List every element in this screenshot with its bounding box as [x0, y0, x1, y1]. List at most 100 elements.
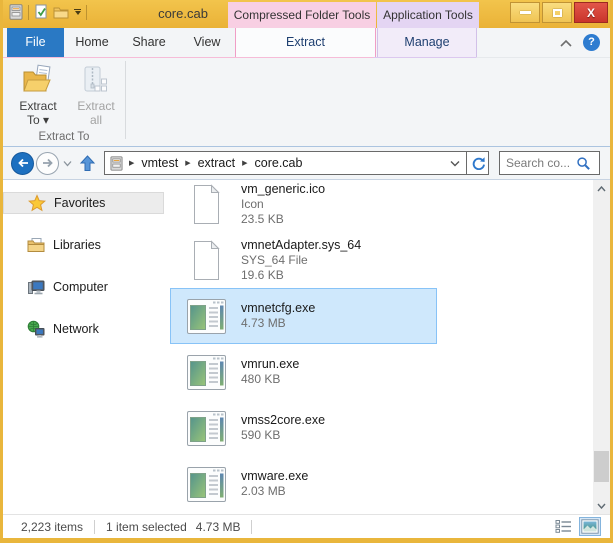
refresh-button[interactable] [466, 152, 488, 174]
file-tile-vmware-exe[interactable]: vmware.exe 2.03 MB [170, 456, 437, 512]
breadcrumb-separator-icon: ▶ [185, 159, 190, 167]
selection-count: 1 item selected [106, 520, 187, 534]
ribbon-tab-row: File Home Share View Extract Manage ? [3, 28, 610, 57]
sidebar-item-label: Network [53, 322, 99, 336]
status-bar: 2,223 items 1 item selected 4.73 MB [3, 514, 610, 538]
document-icon [184, 238, 229, 283]
extract-all-label-line1: Extract [77, 99, 114, 113]
thumbnail-view-icon [581, 519, 599, 534]
application-icon [184, 350, 229, 395]
maximize-icon [553, 9, 562, 17]
sidebar-item-network[interactable]: Network [3, 318, 164, 340]
extract-to-label-line1: Extract [19, 99, 56, 113]
file-size: 2.03 MB [241, 484, 308, 499]
minimize-button[interactable] [510, 2, 540, 23]
file-name: vmware.exe [241, 469, 308, 484]
file-size: 590 KB [241, 428, 325, 443]
recent-locations-icon[interactable] [63, 160, 72, 167]
tab-extract[interactable]: Extract [235, 28, 376, 57]
cab-file-icon[interactable] [9, 4, 23, 20]
file-name: vm_generic.ico [241, 182, 325, 197]
search-box [499, 151, 600, 175]
up-icon [78, 154, 97, 173]
tab-file[interactable]: File [7, 28, 64, 57]
contextual-group-compressed-folder-tools: Compressed Folder Tools [228, 2, 376, 28]
refresh-icon [471, 156, 485, 170]
file-name: vmnetAdapter.sys_64 [241, 238, 361, 253]
close-button[interactable]: X [574, 2, 608, 23]
maximize-button[interactable] [542, 2, 572, 23]
tab-view[interactable]: View [178, 28, 236, 57]
large-icons-view-button[interactable] [579, 517, 601, 536]
sidebar-item-label: Libraries [53, 238, 101, 252]
file-list: vm_generic.ico Icon 23.5 KB vmnetAdapter… [170, 180, 593, 514]
sidebar-item-label: Favorites [54, 196, 105, 210]
scrollbar-up-icon[interactable] [593, 180, 610, 197]
explorer-window: core.cab Compressed Folder Tools Applica… [0, 0, 613, 543]
file-size: 23.5 KB [241, 212, 325, 227]
sidebar-item-libraries[interactable]: Libraries [3, 234, 164, 256]
breadcrumb-separator-icon: ▶ [242, 159, 247, 167]
title-bar: core.cab Compressed Folder Tools Applica… [3, 0, 610, 28]
address-bar-row: ▶ vmtest ▶ extract ▶ core.cab [3, 147, 610, 180]
selection-size: 4.73 MB [196, 520, 241, 534]
details-view-button[interactable] [552, 517, 574, 536]
file-name: vmrun.exe [241, 357, 299, 372]
new-folder-icon[interactable] [53, 5, 69, 19]
navigation-pane: Favorites Libraries [3, 180, 170, 514]
qat-separator [86, 5, 87, 20]
ribbon-group-label: Extract To [3, 131, 125, 143]
address-dropdown-icon[interactable] [444, 152, 466, 174]
tab-share[interactable]: Share [120, 28, 178, 57]
file-tile-vmnetcfg-exe-selected[interactable]: vmnetcfg.exe 4.73 MB [170, 288, 437, 344]
extract-all-icon [81, 61, 111, 99]
file-type: SYS_64 File [241, 253, 361, 268]
details-view-icon [555, 519, 572, 534]
qat-dropdown-icon[interactable] [74, 9, 81, 15]
help-icon[interactable]: ? [583, 34, 600, 51]
scrollbar-down-icon[interactable] [593, 497, 610, 514]
sidebar-item-computer[interactable]: Computer [3, 276, 164, 298]
breadcrumb-vmtest[interactable]: vmtest [141, 156, 178, 170]
breadcrumb-core-cab[interactable]: core.cab [255, 156, 303, 170]
forward-button[interactable] [36, 152, 59, 175]
breadcrumb-separator-icon: ▶ [129, 159, 134, 167]
file-type: Icon [241, 197, 325, 212]
tab-home[interactable]: Home [64, 28, 120, 57]
ribbon-collapse-icon[interactable] [559, 38, 573, 48]
file-tile-vmnetadapter-sys64[interactable]: vmnetAdapter.sys_64 SYS_64 File 19.6 KB [170, 232, 437, 288]
status-separator [94, 520, 95, 534]
file-tile-vmss2core-exe[interactable]: vmss2core.exe 590 KB [170, 400, 437, 456]
dropdown-arrow-icon: ▾ [43, 113, 49, 127]
scrollbar-thumb[interactable] [594, 451, 609, 482]
file-tile-vmrun-exe[interactable]: vmrun.exe 480 KB [170, 344, 437, 400]
file-size: 480 KB [241, 372, 299, 387]
back-button[interactable] [11, 152, 34, 175]
back-icon [15, 155, 31, 171]
application-icon [184, 406, 229, 451]
address-field[interactable]: ▶ vmtest ▶ extract ▶ core.cab [104, 151, 489, 175]
close-icon: X [587, 6, 595, 20]
qat-separator [28, 5, 29, 20]
search-input[interactable] [500, 156, 576, 170]
libraries-icon [27, 236, 45, 254]
document-icon [184, 182, 229, 227]
main-area: Favorites Libraries [3, 180, 610, 514]
quick-access-toolbar [9, 4, 87, 20]
up-button[interactable] [78, 154, 97, 173]
file-size: 4.73 MB [241, 316, 315, 331]
sidebar-item-label: Computer [53, 280, 108, 294]
vertical-scrollbar[interactable] [593, 180, 610, 514]
extract-to-button[interactable]: Extract To ▾ [11, 61, 65, 137]
application-icon [184, 294, 229, 339]
file-tile-vm-generic-ico[interactable]: vm_generic.ico Icon 23.5 KB [170, 180, 437, 232]
sidebar-item-favorites[interactable]: Favorites [3, 192, 164, 214]
properties-icon[interactable] [34, 4, 48, 20]
tab-manage[interactable]: Manage [377, 28, 477, 57]
ribbon: Extract To ▾ Extract all Extract To [3, 57, 610, 147]
search-icon[interactable] [576, 156, 591, 171]
breadcrumb-extract[interactable]: extract [198, 156, 236, 170]
contextual-group-application-tools: Application Tools [377, 2, 479, 28]
status-separator [251, 520, 252, 534]
item-count: 2,223 items [21, 520, 83, 534]
